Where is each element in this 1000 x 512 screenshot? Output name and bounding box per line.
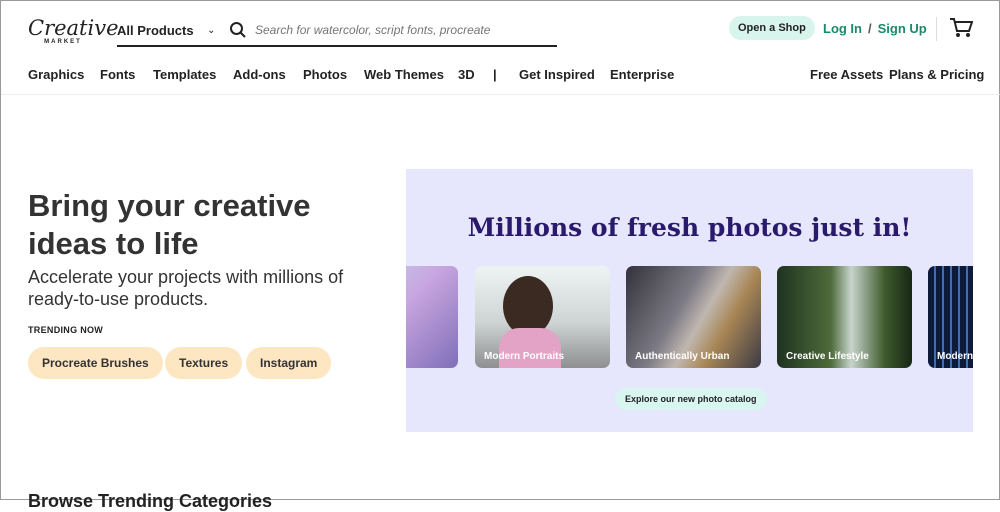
category-select[interactable]: All Products bbox=[117, 23, 207, 38]
open-shop-button[interactable]: Open a Shop bbox=[729, 16, 815, 40]
slash: / bbox=[868, 21, 872, 36]
trending-label: TRENDING NOW bbox=[28, 325, 104, 335]
hero-title: Bring your creative ideas to life bbox=[28, 188, 311, 261]
login-link[interactable]: Log In bbox=[823, 21, 862, 36]
chip-instagram[interactable]: Instagram bbox=[246, 347, 332, 379]
divider bbox=[936, 17, 937, 41]
nav-get-inspired[interactable]: Get Inspired bbox=[519, 67, 595, 82]
signup-link[interactable]: Sign Up bbox=[878, 21, 927, 36]
nav-free-assets[interactable]: Free Assets bbox=[810, 67, 883, 82]
nav-plans-pricing[interactable]: Plans & Pricing bbox=[889, 67, 984, 82]
nav-enterprise[interactable]: Enterprise bbox=[610, 67, 674, 82]
logo[interactable]: Creative MARKET bbox=[28, 17, 119, 45]
nav-addons[interactable]: Add-ons bbox=[233, 67, 286, 82]
section-title: Browse Trending Categories bbox=[28, 491, 273, 511]
search-input[interactable] bbox=[255, 23, 557, 37]
photo-card[interactable]: s bbox=[406, 266, 458, 368]
header-divider bbox=[1, 94, 1000, 95]
photo-card-creative-lifestyle[interactable]: Creative Lifestyle bbox=[777, 266, 912, 368]
search-icon[interactable] bbox=[229, 21, 247, 39]
nav-templates[interactable]: Templates bbox=[153, 67, 216, 82]
photo-card-modern-portraits[interactable]: Modern Portraits bbox=[475, 266, 610, 368]
banner-title: Millions of fresh photos just in! bbox=[467, 213, 912, 242]
search-bar: All Products ⌄ bbox=[117, 15, 557, 47]
nav-graphics[interactable]: Graphics bbox=[28, 67, 84, 82]
chip-textures[interactable]: Textures bbox=[165, 347, 243, 379]
auth-links: Log In / Sign Up bbox=[823, 21, 933, 36]
nav-3d[interactable]: 3D bbox=[458, 67, 475, 82]
chip-procreate-brushes[interactable]: Procreate Brushes bbox=[28, 347, 163, 379]
chevron-down-icon[interactable]: ⌄ bbox=[207, 25, 229, 36]
nav-web-themes[interactable]: Web Themes bbox=[364, 67, 444, 82]
photo-card-modern[interactable]: Modern bbox=[928, 266, 973, 368]
nav-photos[interactable]: Photos bbox=[303, 67, 347, 82]
nav-separator: | bbox=[493, 67, 497, 82]
hero-subtitle: Accelerate your projects with millions o… bbox=[28, 267, 344, 309]
photo-card-authentically-urban[interactable]: Authentically Urban bbox=[626, 266, 761, 368]
explore-catalog-button[interactable]: Explore our new photo catalog bbox=[615, 388, 767, 410]
nav-fonts[interactable]: Fonts bbox=[100, 67, 135, 82]
photo-banner[interactable]: Millions of fresh photos just in! s Mode… bbox=[406, 169, 973, 432]
cart-icon[interactable] bbox=[949, 17, 973, 39]
